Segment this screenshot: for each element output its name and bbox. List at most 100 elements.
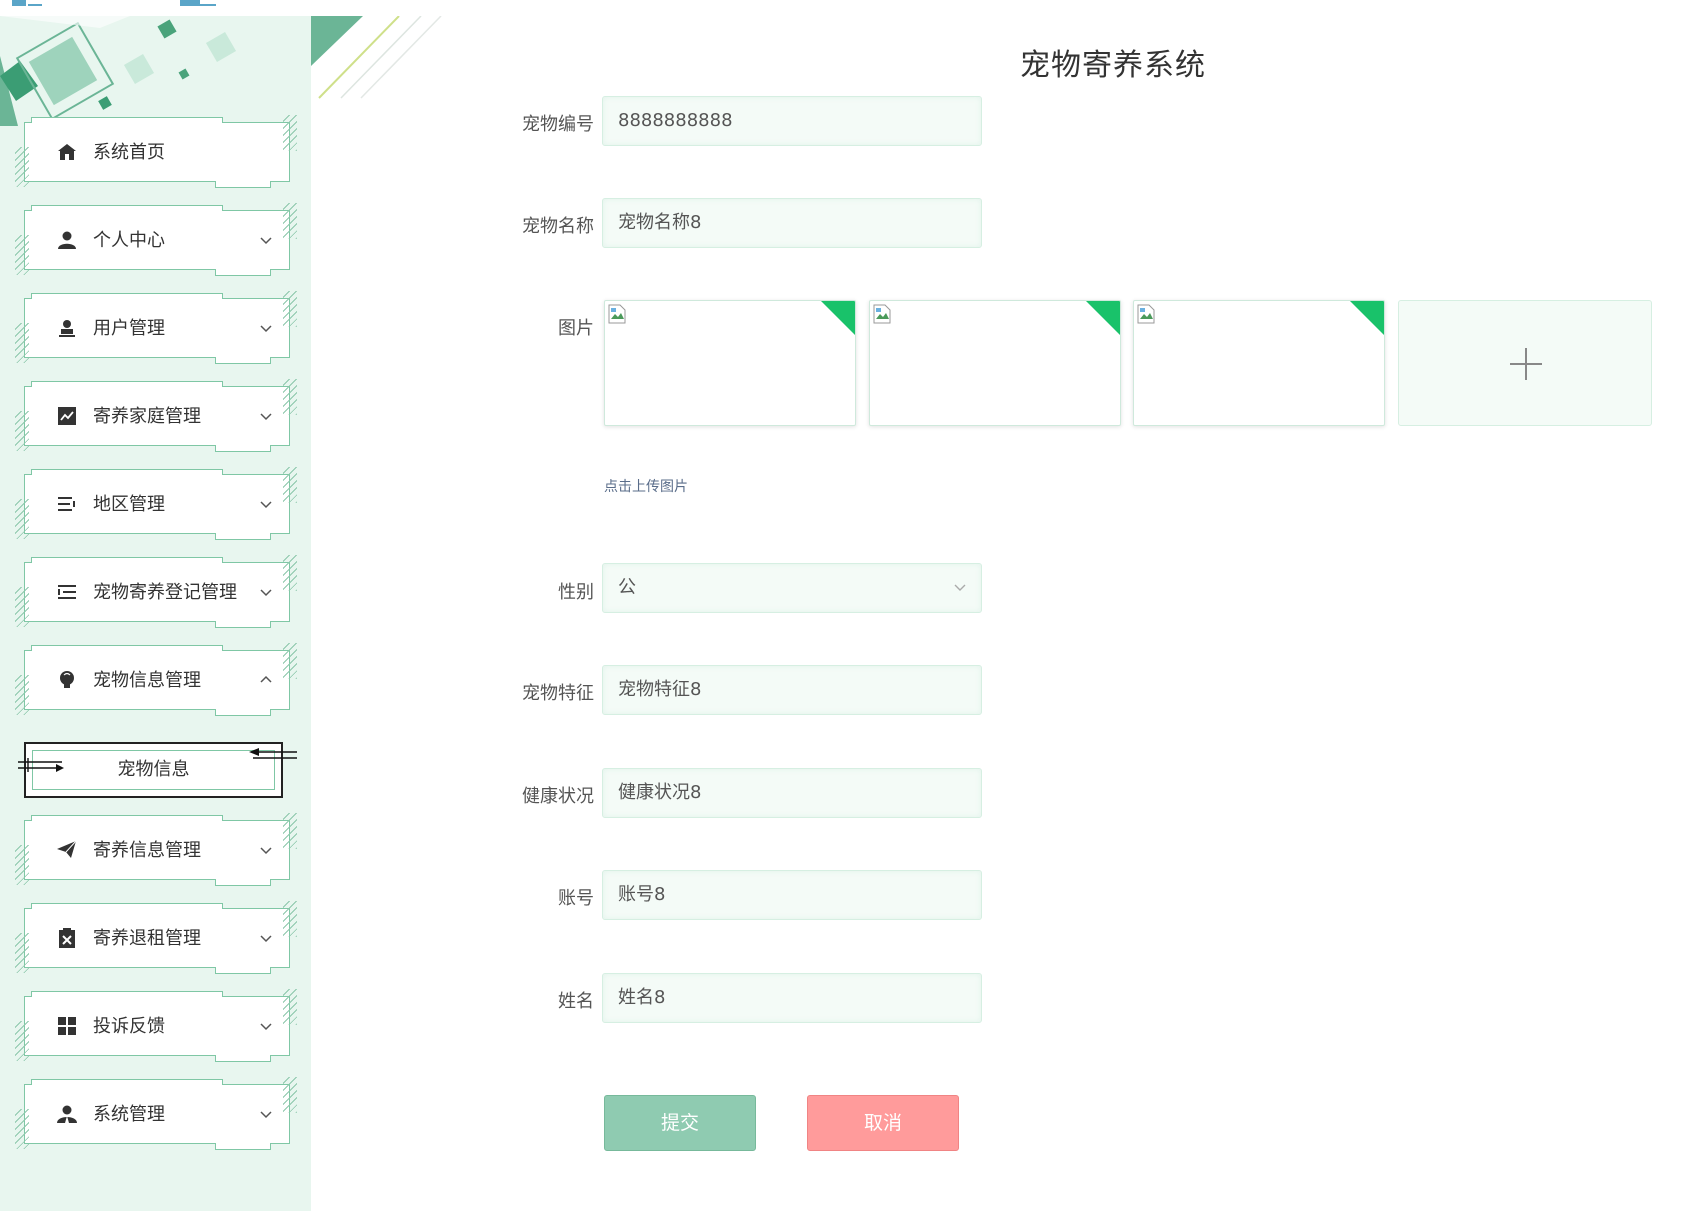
hatch-decoration xyxy=(15,933,29,973)
top-strip-deco xyxy=(12,0,216,6)
hatch-decoration xyxy=(15,845,29,885)
sidebar-item-foster-refund[interactable]: 寄养退租管理 xyxy=(15,901,297,974)
hatch-decoration xyxy=(15,1021,29,1061)
gender-selected-value: 公 xyxy=(618,577,636,598)
hatch-decoration xyxy=(15,147,29,187)
pet-name-field[interactable]: 宠物名称8 xyxy=(602,198,982,248)
sidebar-item-label: 寄养家庭管理 xyxy=(93,406,201,427)
sidebar-item-label: 用户管理 xyxy=(93,318,165,339)
sidebar-item-system[interactable]: 系统管理 xyxy=(15,1077,297,1150)
broken-image-icon xyxy=(873,304,891,324)
hatch-decoration xyxy=(15,499,29,539)
image-thumbnail[interactable] xyxy=(869,300,1121,426)
hatch-decoration xyxy=(15,587,29,627)
user-manage-icon xyxy=(57,318,77,338)
grid-icon xyxy=(57,1016,77,1036)
user-icon xyxy=(57,230,77,250)
hatch-decoration xyxy=(283,379,297,415)
gender-label: 性别 xyxy=(558,582,594,603)
list-outdent-icon xyxy=(57,582,77,602)
sidebar-subitem-label: 宠物信息 xyxy=(117,759,190,780)
hatch-decoration xyxy=(15,235,29,275)
gender-select[interactable]: 公 xyxy=(602,563,982,613)
hatch-decoration xyxy=(283,555,297,591)
list-indent-icon xyxy=(57,494,77,514)
sidebar-item-label: 个人中心 xyxy=(93,230,165,251)
name-field[interactable]: 姓名8 xyxy=(602,973,982,1023)
pet-id-label: 宠物编号 xyxy=(522,114,594,135)
sidebar-item-user-manage[interactable]: 用户管理 xyxy=(15,291,297,364)
paper-plane-icon xyxy=(57,840,77,860)
image-corner-badge xyxy=(821,301,855,335)
sidebar-item-foster-info[interactable]: 寄养信息管理 xyxy=(15,813,297,886)
hatch-decoration xyxy=(283,291,297,327)
chevron-down-icon xyxy=(260,847,272,855)
hatch-decoration xyxy=(283,115,297,151)
sidebar-item-foster-family[interactable]: 寄养家庭管理 xyxy=(15,379,297,452)
chevron-down-icon xyxy=(954,584,966,591)
hatch-decoration xyxy=(15,1109,29,1149)
account-field[interactable]: 账号8 xyxy=(602,870,982,920)
image-thumbnail[interactable] xyxy=(1133,300,1385,426)
chevron-down-icon xyxy=(260,1023,272,1031)
sidebar-item-personal-center[interactable]: 个人中心 xyxy=(15,203,297,276)
hatch-decoration xyxy=(283,989,297,1025)
chevron-down-icon xyxy=(260,1111,272,1119)
chevron-down-icon xyxy=(260,325,272,333)
hatch-decoration xyxy=(283,901,297,937)
image-corner-badge xyxy=(1086,301,1120,335)
hatch-decoration xyxy=(283,203,297,239)
sidebar-item-region[interactable]: 地区管理 xyxy=(15,467,297,540)
sidebar-item-label: 地区管理 xyxy=(93,494,165,515)
plus-icon xyxy=(1510,348,1542,380)
chevron-down-icon xyxy=(260,589,272,597)
admin-user-icon xyxy=(57,1104,77,1124)
chevron-down-icon xyxy=(260,237,272,245)
cancel-button[interactable]: 取消 xyxy=(807,1095,959,1151)
hatch-decoration xyxy=(283,813,297,849)
feature-field[interactable]: 宠物特征8 xyxy=(602,665,982,715)
clipboard-x-icon xyxy=(57,928,77,948)
home-icon xyxy=(57,142,77,162)
sidebar-item-label: 宠物信息管理 xyxy=(93,670,201,691)
health-field[interactable]: 健康状况8 xyxy=(602,768,982,818)
sidebar-item-label: 寄养信息管理 xyxy=(93,840,201,861)
sidebar-item-label: 系统管理 xyxy=(93,1104,165,1125)
hatch-decoration xyxy=(283,1077,297,1113)
image-thumbnail[interactable] xyxy=(604,300,856,426)
feature-label: 宠物特征 xyxy=(522,683,594,704)
chevron-down-icon xyxy=(260,935,272,943)
sidebar-decoration xyxy=(0,16,237,126)
sidebar: 系统首页 个人中心 用户管理 寄养家庭管理 地区管理 宠物寄养登记管理 宠物信息… xyxy=(0,16,311,1211)
hatch-decoration xyxy=(283,467,297,503)
sidebar-item-label: 投诉反馈 xyxy=(93,1016,165,1037)
hatch-decoration xyxy=(15,323,29,363)
sidebar-item-pet-info-manage[interactable]: 宠物信息管理 xyxy=(15,643,297,716)
health-label: 健康状况 xyxy=(522,786,594,807)
images-label: 图片 xyxy=(558,318,594,339)
chevron-down-icon xyxy=(260,501,272,509)
sidebar-item-pet-registration[interactable]: 宠物寄养登记管理 xyxy=(15,555,297,628)
top-strip xyxy=(0,0,1707,16)
upload-tip: 点击上传图片 xyxy=(604,479,688,495)
name-label: 姓名 xyxy=(558,991,594,1012)
broken-image-icon xyxy=(608,304,626,324)
image-corner-badge xyxy=(1350,301,1384,335)
hatch-decoration xyxy=(283,643,297,679)
sidebar-item-home[interactable]: 系统首页 xyxy=(15,115,297,188)
sidebar-subitem-pet-info[interactable]: 宠物信息 xyxy=(18,742,297,798)
page-title: 宠物寄养系统 xyxy=(1020,48,1206,83)
account-label: 账号 xyxy=(558,888,594,909)
lightbulb-icon xyxy=(57,670,77,690)
sidebar-item-label: 系统首页 xyxy=(93,142,165,163)
hatch-decoration xyxy=(15,411,29,451)
chevron-up-icon xyxy=(260,675,272,683)
pet-name-label: 宠物名称 xyxy=(522,216,594,237)
upload-image-button[interactable] xyxy=(1398,300,1652,426)
submit-button[interactable]: 提交 xyxy=(604,1095,756,1151)
broken-image-icon xyxy=(1137,304,1155,324)
sidebar-item-complaint[interactable]: 投诉反馈 xyxy=(15,989,297,1062)
hatch-decoration xyxy=(15,675,29,715)
pet-id-field[interactable]: 8888888888 xyxy=(602,96,982,146)
chevron-down-icon xyxy=(260,413,272,421)
